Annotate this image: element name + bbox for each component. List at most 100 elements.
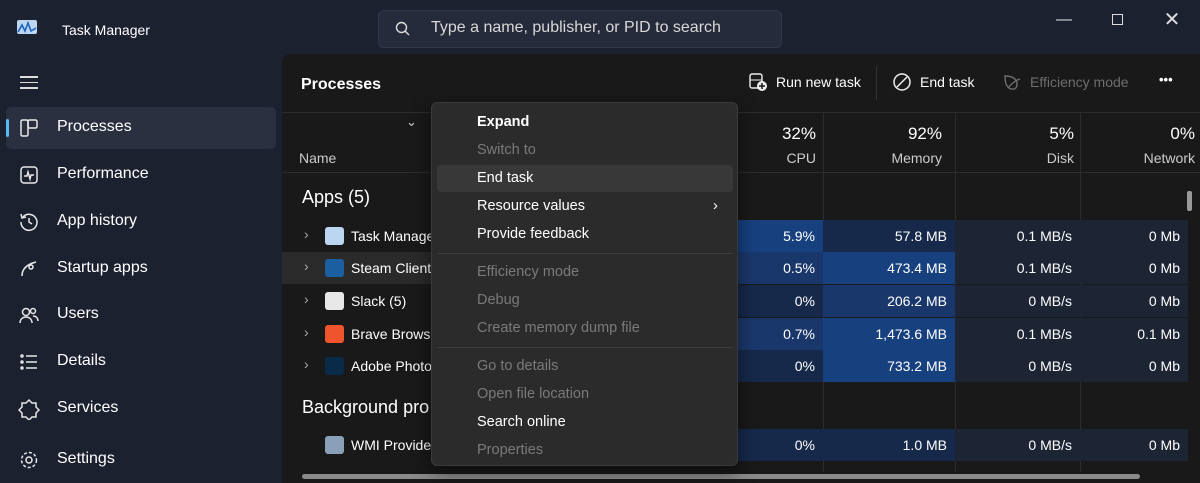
cell-disk: 0 MB/s xyxy=(955,350,1080,382)
minimize-button[interactable]: — xyxy=(1052,8,1076,32)
expand-chevron-icon[interactable]: › xyxy=(304,324,309,340)
group-header: Apps (5) xyxy=(302,187,371,207)
sidebar-item-details[interactable]: Details xyxy=(6,341,276,383)
cell-memory: 57.8 MB xyxy=(823,220,955,252)
column-memory[interactable]: Memory xyxy=(823,150,942,166)
sidebar-item-app-history[interactable]: App history xyxy=(6,201,276,243)
expand-chevron-icon[interactable]: › xyxy=(304,291,309,307)
group-header: Background pro xyxy=(302,397,430,417)
users-icon xyxy=(18,304,40,326)
sidebar-item-label: Settings xyxy=(57,450,115,467)
wmi-icon xyxy=(325,436,344,454)
cell-memory: 1,473.6 MB xyxy=(823,318,955,350)
menu-item-expand[interactable]: Expand xyxy=(437,109,733,136)
cell-network: 0 Mb xyxy=(1080,220,1188,252)
menu-item-properties[interactable]: Properties xyxy=(437,437,733,464)
process-name: Task Manage xyxy=(351,228,435,244)
cell-network: 0 Mb xyxy=(1080,429,1188,461)
menu-item-label: Go to details xyxy=(477,358,559,374)
sidebar-item-performance[interactable]: Performance xyxy=(6,154,276,196)
menu-item-label: Switch to xyxy=(477,142,536,158)
cell-memory: 206.2 MB xyxy=(823,285,955,317)
column-disk[interactable]: Disk xyxy=(955,150,1074,166)
close-button[interactable]: ✕ xyxy=(1160,8,1184,32)
gear-icon xyxy=(18,449,40,471)
process-name: WMI Provide xyxy=(351,437,432,453)
expand-chevron-icon[interactable]: › xyxy=(304,258,309,274)
sidebar-item-label: Processes xyxy=(57,118,132,135)
process-name: Brave Browse xyxy=(351,326,439,342)
expand-chevron-icon[interactable]: › xyxy=(304,356,309,372)
run-new-task-label: Run new task xyxy=(776,74,861,90)
processes-panel: Processes Run new task End task Efficien… xyxy=(282,54,1200,483)
horizontal-scrollbar[interactable] xyxy=(302,474,1140,479)
network-total: 0% xyxy=(1170,124,1195,143)
vertical-scrollbar[interactable] xyxy=(1187,191,1192,211)
end-task-button[interactable]: End task xyxy=(892,72,974,92)
menu-item-label: Debug xyxy=(477,292,520,308)
more-options-button[interactable]: ••• xyxy=(1159,72,1173,87)
cell-memory: 733.2 MB xyxy=(823,350,955,382)
menu-item-create-memory-dump-file[interactable]: Create memory dump file xyxy=(437,315,733,342)
sidebar-item-label: App history xyxy=(57,212,138,229)
menu-item-label: Expand xyxy=(477,114,530,130)
menu-item-resource-values[interactable]: Resource values › xyxy=(437,193,733,220)
sidebar-item-services[interactable]: Services xyxy=(6,388,276,430)
menu-item-label: Open file location xyxy=(477,386,590,402)
menu-separator xyxy=(437,347,733,348)
cell-disk: 0 MB/s xyxy=(955,429,1080,461)
menu-item-label: Properties xyxy=(477,442,544,458)
cell-network: 0 Mb xyxy=(1080,285,1188,317)
cell-network: 0 Mb xyxy=(1080,350,1188,382)
cell-network: 0.1 Mb xyxy=(1080,318,1188,350)
cell-memory: 1.0 MB xyxy=(823,429,955,461)
menu-item-switch-to[interactable]: Switch to xyxy=(437,137,733,164)
menu-item-end-task[interactable]: End task xyxy=(437,165,733,192)
cell-memory: 473.4 MB xyxy=(823,252,955,284)
steam-icon xyxy=(325,259,344,277)
sidebar-item-users[interactable]: Users xyxy=(6,294,276,336)
sidebar-item-settings[interactable]: Settings xyxy=(6,439,276,481)
search-input[interactable] xyxy=(431,19,771,37)
processes-icon xyxy=(18,117,40,139)
menu-item-label: Search online xyxy=(477,414,566,430)
cell-disk: 0 MB/s xyxy=(955,285,1080,317)
window-title: Task Manager xyxy=(62,22,150,38)
sidebar-item-label: Startup apps xyxy=(57,259,148,276)
cell-disk: 0.1 MB/s xyxy=(955,252,1080,284)
menu-item-label: Provide feedback xyxy=(477,226,590,242)
end-task-label: End task xyxy=(920,74,975,90)
menu-item-efficiency-mode[interactable]: Efficiency mode xyxy=(437,259,733,286)
hamburger-menu-button[interactable] xyxy=(20,72,38,93)
menu-item-search-online[interactable]: Search online xyxy=(437,409,733,436)
collapse-chevron-icon[interactable]: ⌄ xyxy=(406,114,417,130)
run-new-task-button[interactable]: Run new task xyxy=(748,72,861,92)
disk-total: 5% xyxy=(1049,124,1074,143)
page-title: Processes xyxy=(301,76,382,93)
services-icon xyxy=(17,398,41,422)
performance-icon xyxy=(18,164,40,186)
sidebar-item-label: Details xyxy=(57,352,106,369)
efficiency-mode-button[interactable]: Efficiency mode xyxy=(1002,72,1129,92)
expand-chevron-icon[interactable]: › xyxy=(304,226,309,242)
menu-separator xyxy=(437,253,733,254)
process-name: Slack (5) xyxy=(351,293,407,309)
menu-item-go-to-details[interactable]: Go to details xyxy=(437,353,733,380)
details-icon xyxy=(18,351,40,373)
column-network[interactable]: Network xyxy=(1080,150,1195,166)
menu-item-debug[interactable]: Debug xyxy=(437,287,733,314)
menu-item-label: Create memory dump file xyxy=(477,320,640,336)
sidebar-item-processes[interactable]: Processes xyxy=(6,107,276,149)
search-box[interactable] xyxy=(378,10,782,48)
maximize-button[interactable] xyxy=(1105,8,1129,32)
task-manager-icon xyxy=(325,227,344,245)
menu-item-open-file-location[interactable]: Open file location xyxy=(437,381,733,408)
run-task-icon xyxy=(749,73,767,91)
history-icon xyxy=(18,211,40,233)
divider xyxy=(282,172,1200,173)
menu-item-provide-feedback[interactable]: Provide feedback xyxy=(437,221,733,248)
startup-icon xyxy=(18,258,40,280)
cell-disk: 0.1 MB/s xyxy=(955,318,1080,350)
sidebar-item-startup-apps[interactable]: Startup apps xyxy=(6,248,276,290)
column-name[interactable]: Name xyxy=(299,150,336,166)
